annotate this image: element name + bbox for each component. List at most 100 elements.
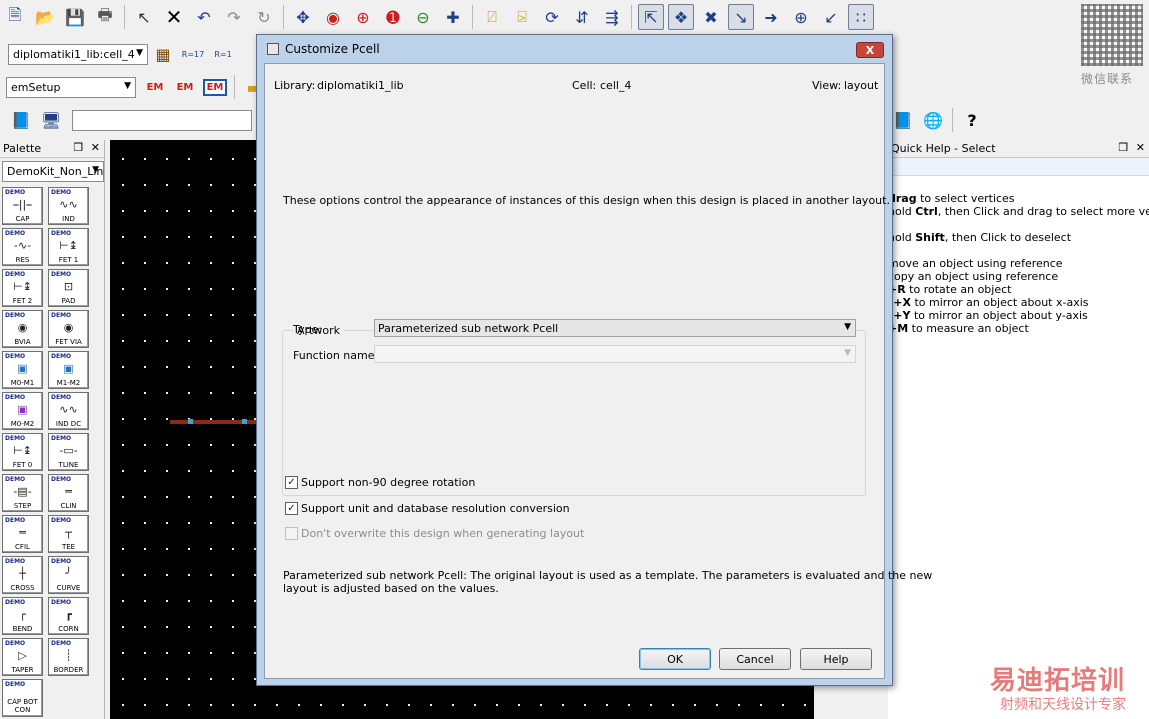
palette-item-cfil[interactable]: DEMO ═ CFIL — [2, 515, 43, 553]
delete-icon[interactable]: ✕ — [161, 4, 187, 30]
palette-item-m0-m2[interactable]: DEMO ▣ M0-M2 — [2, 392, 43, 430]
resistance-1-icon[interactable]: R=1 — [210, 41, 236, 67]
print-icon[interactable]: 🖶 — [92, 4, 118, 30]
book-icon[interactable]: 📘 — [8, 107, 34, 133]
function-name-label: Function name: — [293, 349, 379, 362]
cell-select[interactable]: diplomatiki1_lib:cell_4 ▼ — [8, 43, 148, 65]
palette-item-label: M0-M2 — [10, 420, 35, 428]
snap-center-icon[interactable]: ⊕ — [788, 4, 814, 30]
repeat-icon[interactable]: ↻ — [251, 4, 277, 30]
book-blue-icon[interactable]: 📘 — [890, 107, 916, 133]
palette-item-bend[interactable]: DEMO ┌ BEND — [2, 597, 43, 635]
palette-item-fet1[interactable]: DEMO ⊢↨ FET 1 — [48, 228, 89, 266]
palette-item-m0-m1[interactable]: DEMO ▣ M0-M1 — [2, 351, 43, 389]
em-setup-select[interactable]: emSetup ▼ — [6, 76, 136, 98]
dialog-title-bar[interactable]: Customize Pcell — [257, 35, 892, 63]
layout-port-right[interactable] — [242, 419, 247, 424]
help-button[interactable]: Help — [800, 648, 872, 670]
rotation-checkbox[interactable]: ✓ — [285, 476, 298, 489]
command-input[interactable] — [72, 109, 252, 131]
palette-item-label: BEND — [12, 625, 33, 633]
snap-grid-icon[interactable]: ∷ — [848, 4, 874, 30]
ok-button[interactable]: OK — [639, 648, 711, 670]
redo-icon[interactable]: ↷ — [221, 4, 247, 30]
close-icon[interactable]: ✕ — [91, 141, 100, 154]
snap-port-icon[interactable]: ➜ — [758, 4, 784, 30]
customize-pcell-dialog: Customize Pcell X Library: diplomatiki1_… — [256, 34, 932, 686]
palette-item-res[interactable]: DEMO -∿- RES — [2, 228, 43, 266]
select-arrow-icon[interactable]: ↖ — [131, 4, 157, 30]
palette-item-cross[interactable]: DEMO ┼ CROSS — [2, 556, 43, 594]
resistance-17-icon[interactable]: R=17 — [180, 41, 206, 67]
undo-icon[interactable]: ↶ — [191, 4, 217, 30]
pan-icon[interactable]: ✚ — [440, 4, 466, 30]
resistor-icon: -∿- — [13, 239, 32, 252]
palette-item-tline[interactable]: DEMO -▭- TLINE — [48, 433, 89, 471]
em-setup-gear-icon[interactable]: EM — [142, 74, 168, 100]
palette-item-step[interactable]: DEMO -▤- STEP — [2, 474, 43, 512]
snap-nearest-icon[interactable]: ↙ — [818, 4, 844, 30]
close-button[interactable]: X — [856, 42, 884, 58]
border-icon: ┊ — [65, 649, 72, 662]
intro-text: These options control the appearance of … — [283, 194, 890, 207]
zoom-in-icon[interactable]: ⊕ — [350, 4, 376, 30]
palette-item-label: TAPER — [11, 666, 34, 674]
snap-midpoint-icon[interactable]: ❖ — [668, 4, 694, 30]
open-folder-icon[interactable]: 📂 — [32, 4, 58, 30]
layout-port-left[interactable] — [188, 419, 193, 424]
mirror-x-icon[interactable]: ⇵ — [569, 4, 595, 30]
globe-icon[interactable]: 🌐 — [920, 107, 946, 133]
palette-library-select[interactable]: DemoKit_Non_Lin ▼ — [2, 161, 104, 182]
monitor-icon[interactable]: 🖥 — [38, 107, 64, 133]
close-icon[interactable]: ✕ — [1136, 141, 1145, 154]
help-question-icon[interactable]: ? — [959, 107, 985, 133]
palette-item-clin[interactable]: DEMO ═ CLIN — [48, 474, 89, 512]
type-select[interactable]: Parameterized sub network Pcell ▼ — [374, 319, 856, 337]
snap-vertex-icon[interactable]: ⇱ — [638, 4, 664, 30]
palette-item-cap-bot-con[interactable]: DEMO CAP BOT CON — [2, 679, 43, 717]
demo-tag: DEMO — [51, 189, 72, 196]
palette-item-ind[interactable]: DEMO ∿∿ IND — [48, 187, 89, 225]
palette-item-curve[interactable]: DEMO ╯ CURVE — [48, 556, 89, 594]
zoom-out-icon[interactable]: ⊖ — [410, 4, 436, 30]
help-line: hold Shift, then Click to deselect — [888, 231, 1072, 244]
palette-item-label: BVIA — [14, 338, 31, 346]
zoom-2x-icon[interactable]: ➊ — [380, 4, 406, 30]
palette-item-m1-m2[interactable]: DEMO ▣ M1-M2 — [48, 351, 89, 389]
palette-item-taper[interactable]: DEMO ▷ TAPER — [2, 638, 43, 676]
palette-item-pad[interactable]: DEMO ⊡ PAD — [48, 269, 89, 307]
overwrite-checkbox[interactable] — [285, 527, 298, 540]
palette-item-corn[interactable]: DEMO ┏ CORN — [48, 597, 89, 635]
align-left-icon[interactable]: ⍁ — [479, 4, 505, 30]
restore-icon[interactable]: ❐ — [1118, 141, 1128, 154]
function-name-select[interactable]: ▼ — [374, 345, 856, 363]
restore-icon[interactable]: ❐ — [73, 141, 83, 154]
palette-item-fet-via[interactable]: DEMO ◉ FET VIA — [48, 310, 89, 348]
save-icon[interactable]: 💾 — [62, 4, 88, 30]
resolution-checkbox[interactable]: ✓ — [285, 502, 298, 515]
palette-item-cap[interactable]: DEMO ⎯||⎯ CAP — [2, 187, 43, 225]
palette-item-fet0[interactable]: DEMO ⊢↨ FET 0 — [2, 433, 43, 471]
palette-item-fet2[interactable]: DEMO ⊢↨ FET 2 — [2, 269, 43, 307]
palette-item-border[interactable]: DEMO ┊ BORDER — [48, 638, 89, 676]
move-icon[interactable]: ✥ — [290, 4, 316, 30]
palette-item-ind-dc[interactable]: DEMO ∿∿ IND DC — [48, 392, 89, 430]
palette-panel: Palette ❐ ✕ DemoKit_Non_Lin ▼ DEMO ⎯||⎯ CA… — [0, 140, 105, 719]
mirror-y-icon[interactable]: ⇶ — [599, 4, 625, 30]
snap-intersection-icon[interactable]: ✖ — [698, 4, 724, 30]
palette-item-label: IND — [62, 215, 75, 223]
cancel-button[interactable]: Cancel — [719, 648, 791, 670]
em-simulate-icon[interactable]: EM — [202, 74, 228, 100]
demo-tag: DEMO — [51, 312, 72, 319]
demo-tag: DEMO — [51, 271, 72, 278]
rotate-icon[interactable]: ⟳ — [539, 4, 565, 30]
palette-item-tee[interactable]: DEMO ┬ TEE — [48, 515, 89, 553]
snap-edge-icon[interactable]: ↘ — [728, 4, 754, 30]
toolbar-separator — [631, 5, 632, 29]
new-file-icon[interactable]: 🗎 — [2, 4, 28, 30]
em-stop-icon[interactable]: EM — [172, 74, 198, 100]
align-center-icon[interactable]: ⍄ — [509, 4, 535, 30]
stop-icon[interactable]: ◉ — [320, 4, 346, 30]
palette-item-bvia[interactable]: DEMO ◉ BVIA — [2, 310, 43, 348]
library-books-icon[interactable]: ▦ — [150, 41, 176, 67]
